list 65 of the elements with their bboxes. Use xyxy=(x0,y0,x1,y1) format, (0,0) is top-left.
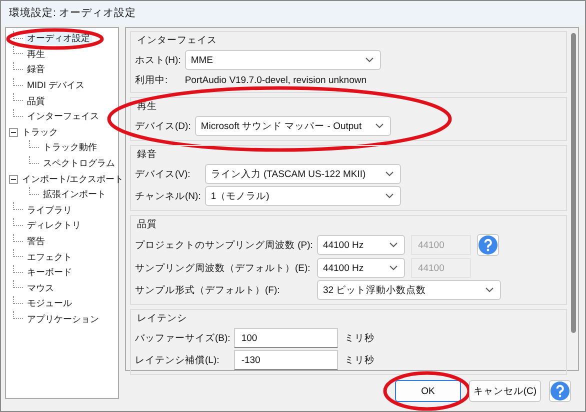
field-label: デバイス(D): xyxy=(135,120,191,132)
chevron-down-icon xyxy=(364,57,374,63)
sidebar-item[interactable]: トラック xyxy=(20,126,60,139)
help-button[interactable] xyxy=(476,234,499,256)
help-icon xyxy=(550,381,570,401)
dropdown[interactable]: Microsoft サウンド マッパー - Output xyxy=(194,116,391,136)
window-title: 環境設定: オーディオ設定 xyxy=(1,1,585,25)
cancel-button[interactable]: キャンセル(C) xyxy=(469,380,541,402)
input-field[interactable]: -130 xyxy=(234,350,338,370)
sidebar-item[interactable]: オーディオ設定 xyxy=(25,32,92,46)
sidebar-item[interactable]: アプリケーション xyxy=(25,312,101,326)
sidebar-item[interactable]: ディレクトリ xyxy=(25,219,83,232)
group-title: インターフェイス xyxy=(136,34,218,48)
dropdown[interactable]: 1（モノラル) xyxy=(204,186,401,206)
sidebar-item[interactable]: トラック動作 xyxy=(41,141,99,154)
sidebar-item[interactable]: マウス xyxy=(25,282,56,295)
sidebar-item[interactable]: スペクトログラム xyxy=(41,157,117,170)
chevron-down-icon xyxy=(484,287,494,293)
dropdown[interactable]: ライン入力 (TASCAM US-122 MKII) xyxy=(204,164,401,184)
sidebar-item[interactable]: キーボード xyxy=(25,266,74,280)
help-button[interactable] xyxy=(549,380,571,402)
field-label: バッファーサイズ(B): xyxy=(135,332,230,344)
group-title: 録音 xyxy=(136,148,158,162)
dropdown[interactable]: 32 ビット浮動小数点数 xyxy=(316,280,501,300)
help-icon xyxy=(478,235,498,255)
rate-field: 44100 xyxy=(410,235,471,255)
field-label: デバイス(V): xyxy=(135,168,192,180)
field-label: サンプル形式（デフォルト）(F): xyxy=(135,284,281,296)
dropdown[interactable]: 44100 Hz xyxy=(316,258,405,278)
sidebar-item[interactable]: 録音 xyxy=(25,63,47,76)
sidebar-item[interactable]: MIDI デバイス xyxy=(25,79,86,92)
input-field[interactable]: 100 xyxy=(234,328,338,348)
sidebar-item[interactable]: ライブラリ xyxy=(25,204,74,217)
sidebar-item[interactable]: インポート/エクスポート xyxy=(20,172,126,186)
sidebar-item[interactable]: 拡張インポート xyxy=(41,188,108,202)
sidebar-item[interactable]: 警告 xyxy=(25,235,47,248)
sidebar-item[interactable]: インターフェイス xyxy=(25,110,101,124)
ok-button[interactable]: OK xyxy=(395,380,461,402)
rate-field: 44100 xyxy=(410,258,471,278)
field-label: プロジェクトのサンプリング周波数 (P): xyxy=(135,238,313,252)
sidebar-item[interactable]: 品質 xyxy=(25,94,47,108)
field-label: サンプリング周波数（デフォルト）(E): xyxy=(135,262,312,274)
info-text: PortAudio V19.7.0-devel, revision unknown xyxy=(184,74,368,88)
dropdown[interactable]: 44100 Hz xyxy=(316,235,405,255)
field-label: ホスト(H): xyxy=(135,54,181,66)
collapse-icon[interactable] xyxy=(9,128,18,137)
field-label: チャンネル(N): xyxy=(135,190,201,202)
sidebar-item[interactable]: モジュール xyxy=(25,297,74,310)
group-title: レイテンシ xyxy=(136,312,188,326)
collapse-icon[interactable] xyxy=(9,174,18,184)
scrollbar[interactable] xyxy=(571,33,576,333)
chevron-down-icon xyxy=(374,123,384,129)
dropdown[interactable]: MME xyxy=(184,50,381,70)
group-title: 再生 xyxy=(136,100,158,114)
sidebar-item[interactable]: 再生 xyxy=(25,48,47,61)
chevron-down-icon xyxy=(384,171,394,177)
field-label: レイテンシ補償(L): xyxy=(135,354,220,366)
unit-label: ミリ秒 xyxy=(344,332,374,344)
chevron-down-icon xyxy=(388,265,398,271)
group-title: 品質 xyxy=(136,218,158,232)
sidebar-item[interactable]: エフェクト xyxy=(25,250,74,264)
chevron-down-icon xyxy=(388,242,398,248)
unit-label: ミリ秒 xyxy=(344,354,374,366)
chevron-down-icon xyxy=(384,193,394,199)
field-label: 利用中: xyxy=(135,74,169,86)
